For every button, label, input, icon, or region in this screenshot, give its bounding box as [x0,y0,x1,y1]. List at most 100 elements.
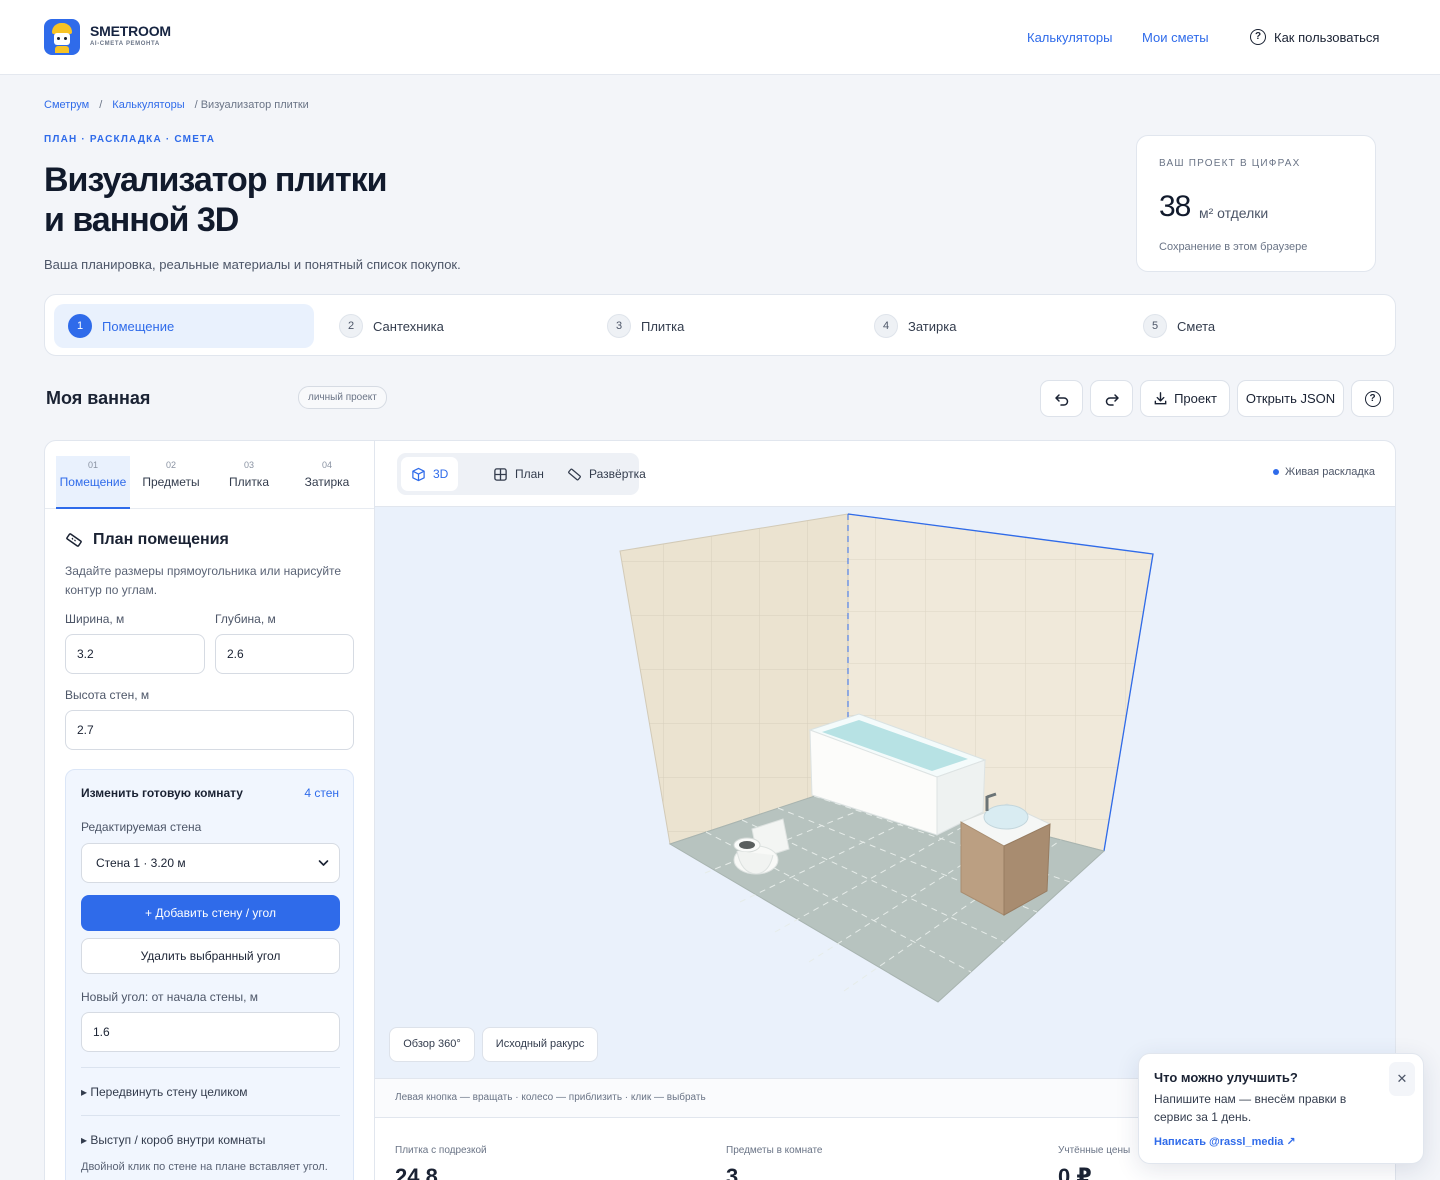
stats-unit: м² отделки [1199,205,1269,221]
tab-number: 02 [165,460,176,470]
tab-label: Затирка [304,475,350,489]
height-label: Высота стен, м [65,688,150,702]
hero-kicker: ПЛАН · РАСКЛАДКА · СМЕТА [44,134,216,145]
orbit-360-button[interactable]: Обзор 360° [389,1027,475,1062]
tab-label: Предметы [142,475,200,489]
open-json-button[interactable]: Открыть JSON [1237,380,1344,417]
tab-number: 03 [243,460,254,470]
wizard-stepper: 1 Помещение 2 Сантехника 3 Плитка 4 Зати… [44,294,1396,356]
tab-label: Плитка [228,475,269,489]
metric-value: 0 ₽ [1058,1164,1092,1180]
tab-items[interactable]: 02 Предметы [134,456,208,509]
ruler-icon [66,533,82,547]
divider [81,1115,340,1116]
project-stats-card: ВАШ ПРОЕКТ В ЦИФРАХ 38 м² отделки Сохран… [1136,135,1376,272]
wall-select-value: Стена 1 · 3.20 м [96,856,186,870]
delete-corner-button[interactable]: Удалить выбранный угол [81,938,340,974]
live-layout-status: Живая раскладка [1273,466,1375,478]
step-number: 5 [1143,314,1167,338]
redo-button[interactable] [1090,380,1133,417]
view-mode-tabs: 3D План Развёртка [397,453,646,495]
help-button[interactable]: ? [1351,380,1394,417]
page-subtitle: Ваша планировка, реальные материалы и по… [44,257,461,272]
question-icon: ? [1364,390,1381,407]
reset-view-button[interactable]: Исходный ракурс [482,1027,598,1062]
step-room[interactable]: 1 Помещение [54,304,314,348]
grid-icon [494,467,507,481]
step-label: Плитка [641,318,685,334]
step-estimate[interactable]: 5 Смета [1129,304,1369,348]
cube-icon [412,467,425,481]
step-number: 1 [68,314,92,338]
room-3d-scene [619,513,1154,1003]
metric-tile-with-cutting: Плитка с подрезкой 24.8 [395,1145,487,1180]
top-bar: SMETROOM AI-СМЕТА РЕМОНТА Калькуляторы М… [0,0,1440,75]
step-label: Помещение [102,318,175,334]
nav-estimates-link[interactable]: Мои сметы [1142,30,1209,45]
edit-room-card: Изменить готовую комнату 4 стен Редактир… [65,769,354,1180]
tab-unfold-label: Развёртка [589,467,646,481]
nav-calculators-link[interactable]: Калькуляторы [1027,30,1112,45]
tab-room[interactable]: 01 Помещение [56,456,130,509]
tab-unfold[interactable]: Развёртка [557,457,656,491]
room-plan-title: План помещения [93,531,229,548]
new-corner-label: Новый угол: от начала стены, м [81,990,258,1004]
new-corner-input[interactable]: 1.6 [81,1012,340,1052]
metric-counted-prices: Учтённые цены 0 ₽ [1058,1145,1130,1180]
tab-plan[interactable]: План [483,457,554,491]
wall-select[interactable]: Стена 1 · 3.20 м [81,843,340,883]
3d-canvas[interactable] [375,506,1395,1078]
stats-label: ВАШ ПРОЕКТ В ЦИФРАХ [1159,158,1301,169]
undo-button[interactable] [1040,380,1083,417]
step-grout[interactable]: 4 Затирка [860,304,1100,348]
step-number: 3 [607,314,631,338]
brand-name[interactable]: SMETROOM [90,23,171,39]
download-project-button[interactable]: Проект [1140,380,1230,417]
nav-help-link[interactable]: ? Как пользоваться [1250,29,1379,45]
height-input[interactable]: 2.7 [65,710,354,750]
depth-input[interactable]: 2.6 [215,634,354,674]
step-number: 2 [339,314,363,338]
panel-tabs: 01 Помещение 02 Предметы 03 Плитка 04 За… [45,441,374,509]
breadcrumb-home[interactable]: Сметрум [44,99,89,111]
settings-panel: 01 Помещение 02 Предметы 03 Плитка 04 За… [44,440,375,1180]
step-tile[interactable]: 3 Плитка [593,304,833,348]
step-plumbing[interactable]: 2 Сантехника [325,304,565,348]
download-icon [1154,392,1167,405]
box-inside-expander[interactable]: ▸ Выступ / короб внутри комнаты [81,1133,265,1147]
width-label: Ширина, м [65,612,125,626]
divider [81,1067,340,1068]
close-icon[interactable]: ✕ [1389,1062,1415,1096]
step-label: Затирка [908,318,957,334]
stats-note: Сохранение в этом браузере [1159,241,1308,253]
move-wall-expander[interactable]: ▸ Передвинуть стену целиком [81,1085,248,1099]
plan-hint: Двойной клик по стене на плане вставляет… [81,1161,330,1180]
metric-items-in-room: Предметы в комнате 3 [726,1145,822,1180]
page-title: Визуализатор плитки и ванной 3D [44,160,464,240]
width-input[interactable]: 3.2 [65,634,205,674]
tab-3d[interactable]: 3D [401,457,459,491]
brand-tagline: AI-СМЕТА РЕМОНТА [90,41,160,47]
project-name[interactable]: Моя ванная [46,388,150,409]
step-number: 4 [874,314,898,338]
metric-value: 3 [726,1164,739,1180]
toast-contact-link[interactable]: Написать @rassl_media ↗ [1154,1135,1296,1148]
breadcrumb-calculators[interactable]: Калькуляторы [112,99,184,111]
tab-3d-label: 3D [433,467,449,481]
download-project-label: Проект [1174,391,1217,406]
add-wall-button[interactable]: + Добавить стену / угол [81,895,340,931]
tab-tile[interactable]: 03 Плитка [212,456,286,509]
tab-label: Помещение [59,475,127,489]
tab-number: 01 [87,460,98,470]
project-badge: личный проект [298,386,387,409]
stats-value: 38 [1159,190,1191,223]
live-layout-label: Живая раскладка [1285,466,1375,478]
breadcrumb: Сметрум / Калькуляторы / Визуализатор пл… [44,99,309,111]
room-plan-heading: План помещения [65,531,229,549]
logo-icon[interactable] [44,19,80,55]
step-label: Смета [1177,318,1216,334]
redo-icon [1105,393,1119,406]
tab-grout[interactable]: 04 Затирка [290,456,364,509]
breadcrumb-current: / Визуализатор плитки [194,99,309,111]
room-plan-description: Задайте размеры прямоугольника или нарис… [65,564,342,597]
